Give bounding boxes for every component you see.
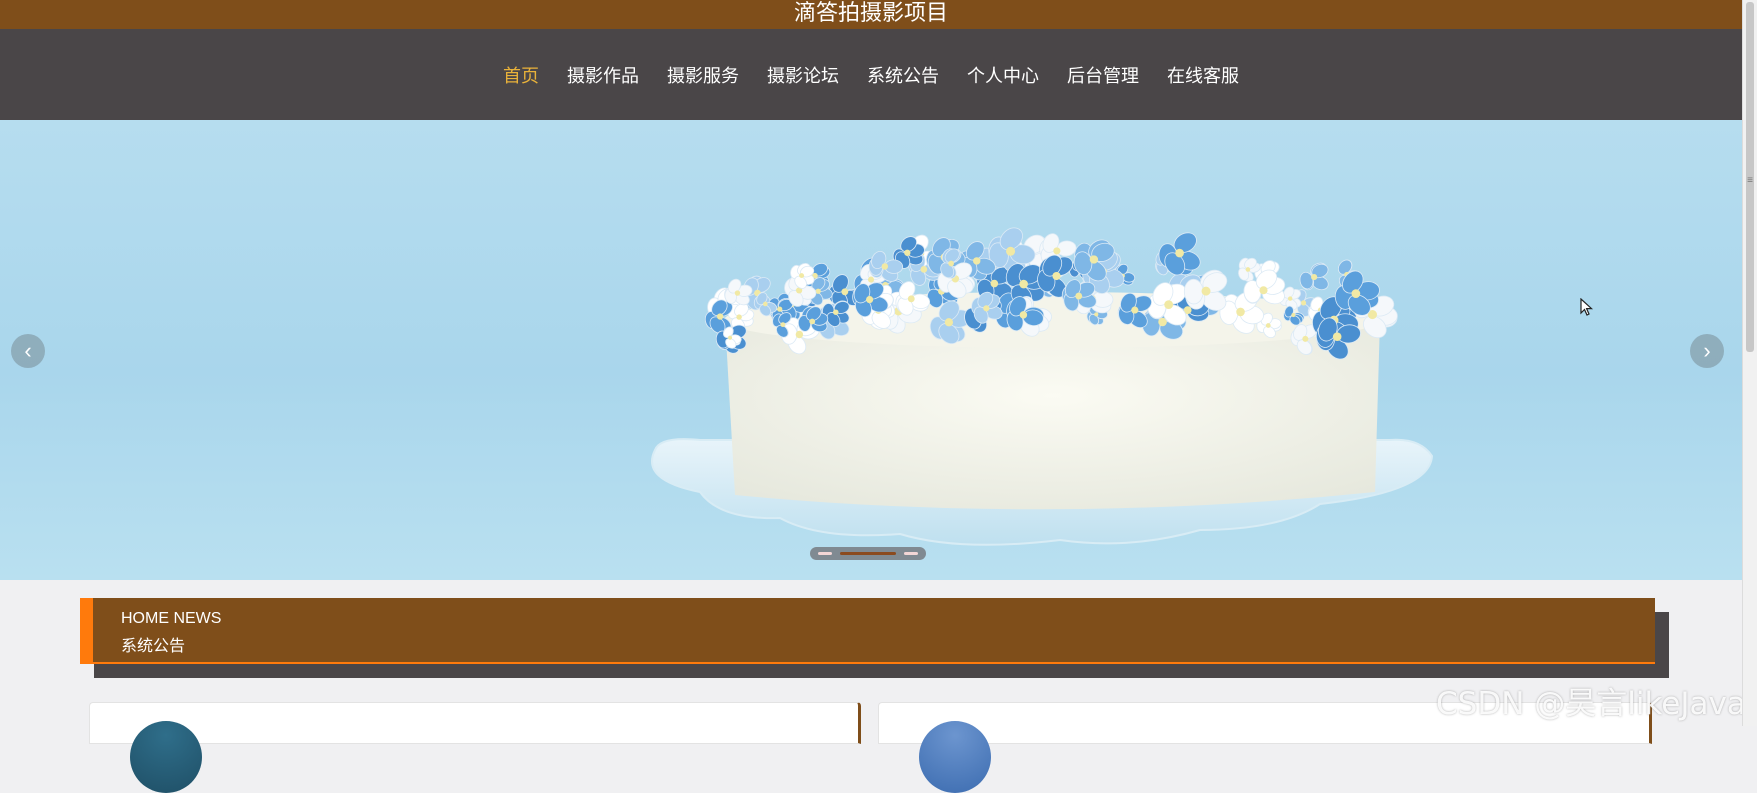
flower-petal	[1183, 278, 1204, 305]
vertical-scrollbar[interactable]: ≡	[1742, 0, 1757, 726]
flower-center	[1311, 274, 1318, 281]
flower	[1299, 262, 1329, 291]
flower-center	[734, 290, 741, 296]
nav-item-works[interactable]: 摄影作品	[553, 62, 653, 88]
flower-center	[1006, 246, 1016, 256]
chevron-left-icon: ‹	[24, 338, 32, 363]
flower-center	[866, 295, 874, 304]
carousel-dot-3[interactable]	[904, 552, 918, 555]
nav-item-profile[interactable]: 个人中心	[953, 62, 1053, 88]
news-card-image	[919, 721, 991, 793]
flower-center	[944, 318, 954, 327]
flower-center	[1265, 323, 1271, 328]
carousel-next-button[interactable]: ›	[1690, 334, 1724, 368]
flower-center	[1053, 247, 1061, 255]
flower-center	[777, 306, 783, 312]
news-card-image	[130, 721, 202, 793]
flower-center	[1287, 296, 1293, 301]
flower-center	[1019, 311, 1028, 319]
flower-center	[841, 288, 849, 296]
flower-center	[1201, 286, 1211, 296]
flower-center	[990, 279, 999, 288]
flower-center	[868, 276, 875, 283]
flower-center	[973, 257, 981, 265]
carousel-dot-2[interactable]	[840, 552, 896, 555]
carousel-dot-1[interactable]	[818, 552, 832, 555]
flower-center	[1019, 279, 1028, 289]
flower-center	[1094, 312, 1099, 317]
flower-center	[1131, 306, 1139, 314]
flower-center	[1259, 286, 1268, 295]
nav-item-home[interactable]: 首页	[489, 62, 553, 88]
mouse-cursor-icon	[1580, 298, 1594, 316]
flower-center	[1175, 248, 1184, 258]
news-title-cn: 系统公告	[121, 636, 186, 655]
flower-center	[1236, 307, 1245, 317]
flower-center	[832, 309, 839, 315]
nav-item-announcements[interactable]: 系统公告	[853, 62, 953, 88]
flower-center	[881, 263, 889, 270]
flower-center	[920, 265, 928, 273]
carousel-banner[interactable]: ‹ ›	[0, 120, 1742, 580]
flower-center	[907, 295, 915, 303]
flower-center	[809, 318, 816, 325]
flower-center	[1351, 289, 1361, 298]
scrollbar-grip-icon: ≡	[1747, 175, 1753, 186]
site-title: 滴答拍摄影项目	[793, 0, 948, 25]
flower-center	[1164, 300, 1174, 309]
flower-center	[1302, 335, 1309, 342]
news-card[interactable]	[89, 702, 861, 793]
site-title-bar: 滴答拍摄影项目	[0, 0, 1742, 29]
chevron-right-icon: ›	[1703, 338, 1711, 363]
nav-item-admin[interactable]: 后台管理	[1053, 62, 1153, 88]
flower-center	[948, 260, 954, 267]
flower-center	[1291, 313, 1296, 318]
flower-center	[716, 313, 724, 320]
nav-item-support[interactable]: 在线客服	[1153, 62, 1253, 88]
flower-center	[983, 305, 990, 312]
flower-center	[1245, 267, 1251, 272]
flower-center	[1332, 332, 1342, 342]
flower-center	[795, 330, 804, 339]
nav-item-forum[interactable]: 摄影论坛	[753, 62, 853, 88]
watermark-text: CSDN @昊言likeJava	[1436, 686, 1746, 722]
flower-center	[1075, 292, 1083, 300]
flower-center	[1089, 255, 1099, 264]
flower-center	[799, 273, 805, 279]
news-title-en: HOME NEWS	[121, 610, 222, 627]
flower-center	[904, 249, 911, 256]
carousel-prev-button[interactable]: ‹	[11, 334, 45, 368]
flower-center	[727, 335, 733, 340]
flower-decoration	[704, 227, 1398, 360]
flower-center	[1052, 271, 1061, 281]
main-nav: 首页 摄影作品 摄影服务 摄影论坛 系统公告 个人中心 后台管理 在线客服	[0, 29, 1742, 120]
flower-center	[736, 314, 742, 320]
carousel-indicators	[810, 547, 926, 560]
news-section-header: HOME NEWS 系统公告	[80, 598, 1655, 664]
flower-center	[762, 301, 768, 307]
nav-item-services[interactable]: 摄影服务	[653, 62, 753, 88]
flower-center	[780, 322, 786, 328]
flower-center	[1300, 300, 1307, 306]
